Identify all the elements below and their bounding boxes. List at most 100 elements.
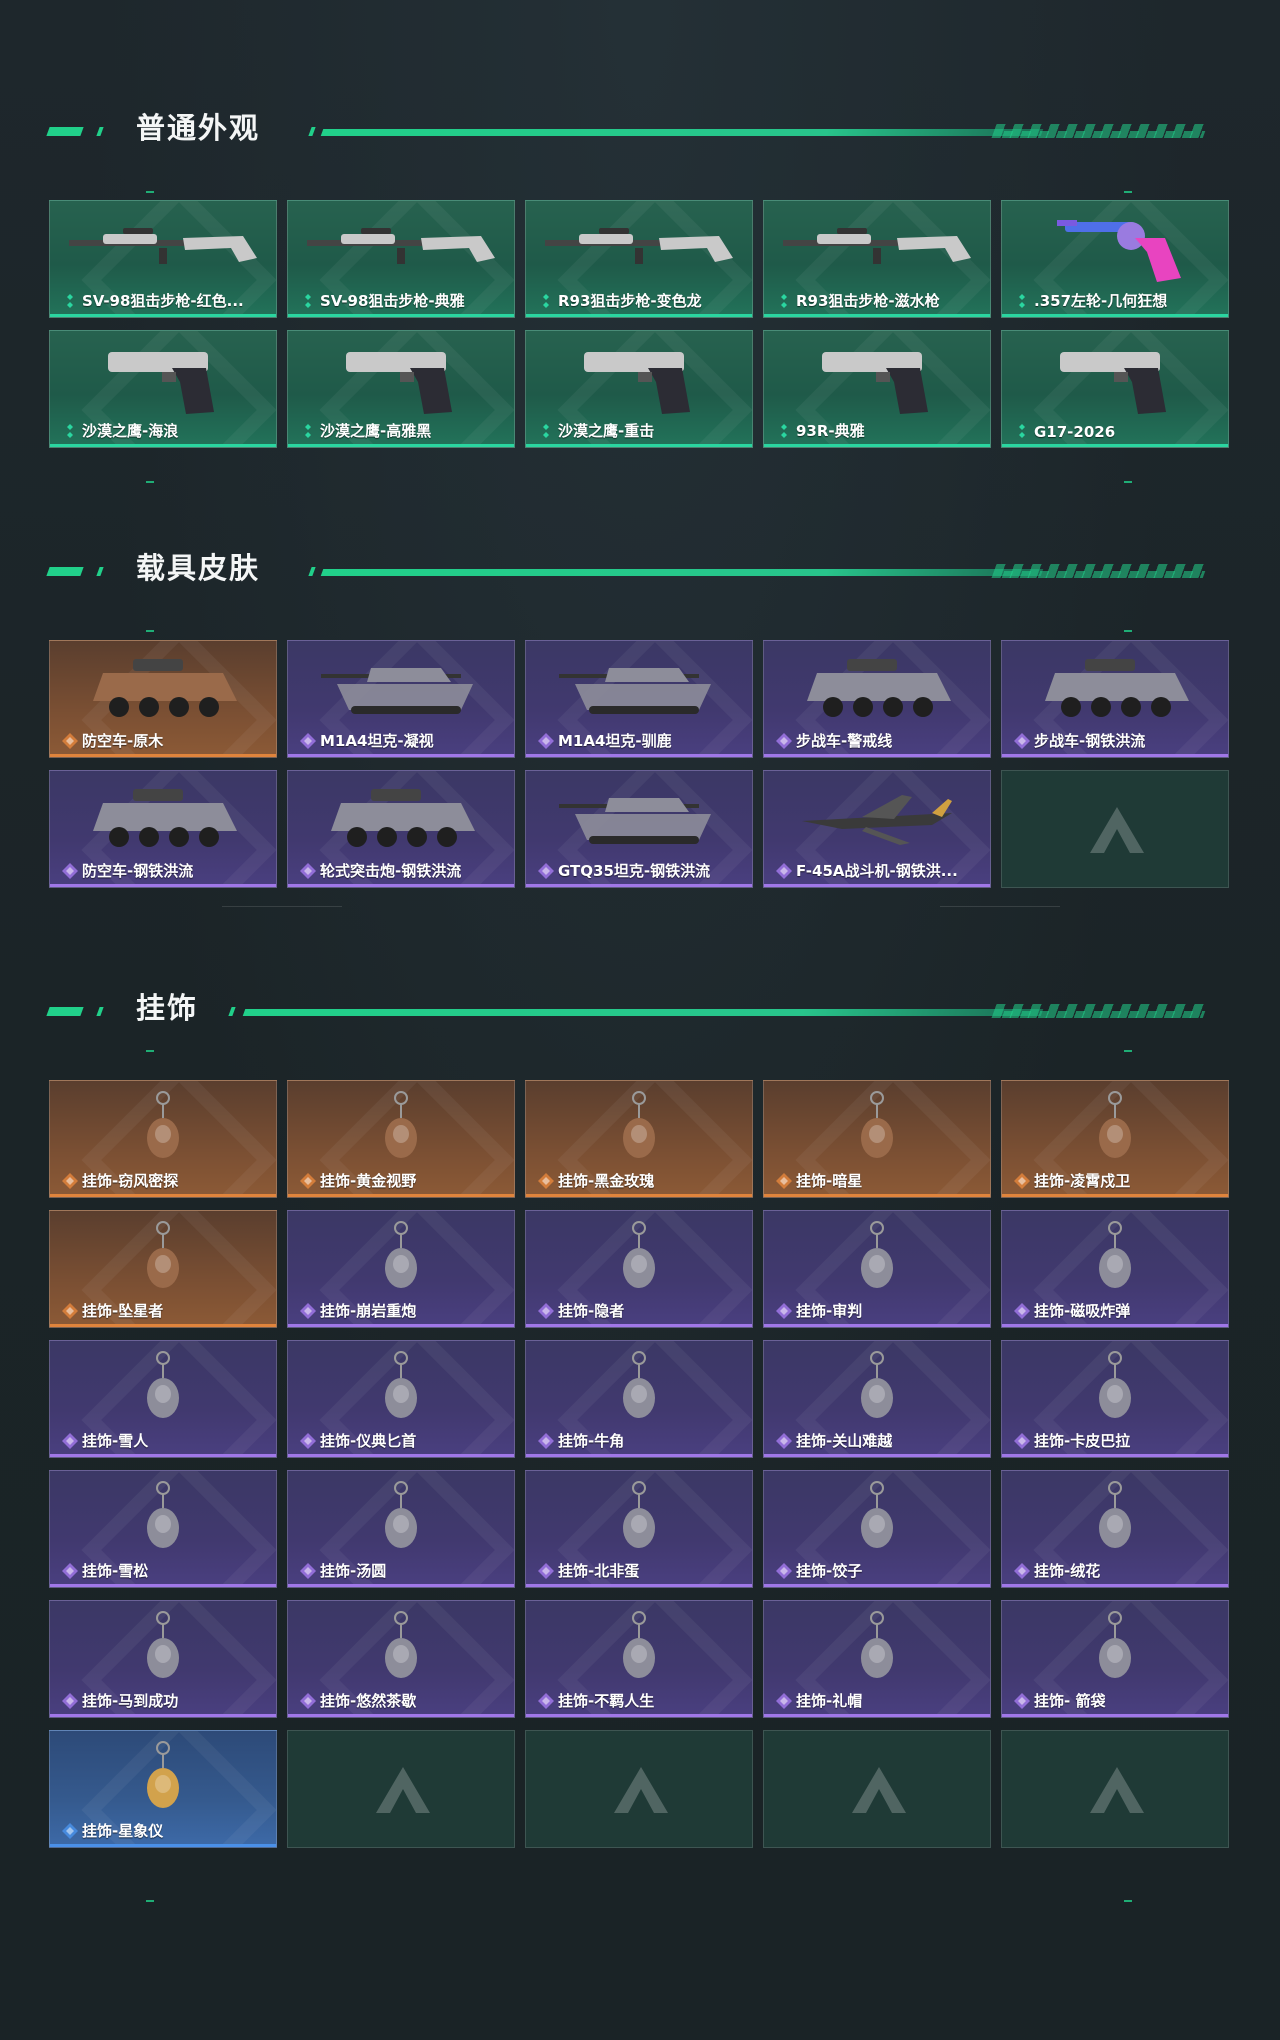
item-card[interactable]: 防空车-原木 <box>49 640 277 758</box>
item-card[interactable]: 挂饰-暗星 <box>763 1080 991 1198</box>
rarity-diamond-icon <box>300 1563 316 1579</box>
item-card[interactable]: 轮式突击炮-钢铁洪流 <box>287 770 515 888</box>
sniper-rifle-icon <box>764 207 990 289</box>
rarity-diamond-icon <box>1014 423 1030 439</box>
section-header-charms: 挂饰 <box>46 988 1208 1028</box>
rarity-bar <box>50 314 276 317</box>
item-card[interactable]: 防空车-钢铁洪流 <box>49 770 277 888</box>
item-card[interactable]: 挂饰-牛角 <box>525 1340 753 1458</box>
item-card[interactable]: 挂饰-黄金视野 <box>287 1080 515 1198</box>
pistol-icon <box>764 337 990 419</box>
rarity-diamond-icon <box>300 733 316 749</box>
item-card[interactable]: 93R-典雅 <box>763 330 991 448</box>
rarity-diamond-icon <box>538 1303 554 1319</box>
item-label: 挂饰-饺子 <box>796 1562 863 1580</box>
charm-icon <box>1002 1477 1228 1559</box>
item-card[interactable]: 步战车-钢铁洪流 <box>1001 640 1229 758</box>
item-card[interactable]: 挂饰-仪典匕首 <box>287 1340 515 1458</box>
item-card[interactable]: 挂饰-悠然茶歇 <box>287 1600 515 1718</box>
item-card[interactable]: 挂饰- 箭袋 <box>1001 1600 1229 1718</box>
pistol-icon <box>526 337 752 419</box>
rarity-diamond-icon <box>1014 1563 1030 1579</box>
item-card[interactable]: 挂饰-关山难越 <box>763 1340 991 1458</box>
item-label: 挂饰-卡皮巴拉 <box>1034 1432 1131 1450</box>
rarity-diamond-icon <box>538 1693 554 1709</box>
item-card[interactable]: R93狙击步枪-滋水枪 <box>763 200 991 318</box>
item-label: 挂饰-关山难越 <box>796 1432 893 1450</box>
item-card[interactable]: 挂饰-隐者 <box>525 1210 753 1328</box>
fighter-jet-icon <box>764 777 990 859</box>
item-card[interactable]: 挂饰-饺子 <box>763 1470 991 1588</box>
pistol-icon <box>288 337 514 419</box>
rarity-diamond-icon <box>62 1173 78 1189</box>
rarity-bar <box>764 314 990 317</box>
item-card[interactable]: SV-98狙击步枪-红色... <box>49 200 277 318</box>
rarity-diamond-icon <box>538 1173 554 1189</box>
item-card[interactable]: SV-98狙击步枪-典雅 <box>287 200 515 318</box>
item-card[interactable]: 挂饰-窃风密探 <box>49 1080 277 1198</box>
charm-icon <box>50 1347 276 1429</box>
tank-icon <box>526 647 752 729</box>
item-card[interactable]: 挂饰-马到成功 <box>49 1600 277 1718</box>
rarity-diamond-icon <box>776 423 792 439</box>
item-label: SV-98狙击步枪-典雅 <box>320 292 465 310</box>
item-label: 步战车-钢铁洪流 <box>1034 732 1146 750</box>
item-card[interactable]: 挂饰-不羁人生 <box>525 1600 753 1718</box>
marker <box>1124 630 1132 632</box>
rarity-diamond-icon <box>776 863 792 879</box>
item-label: GTQ35坦克-钢铁洪流 <box>558 862 711 880</box>
item-card[interactable]: 沙漠之鹰-海浪 <box>49 330 277 448</box>
item-card[interactable]: 挂饰-星象仪 <box>49 1730 277 1848</box>
rarity-bar <box>764 1714 990 1717</box>
item-card[interactable]: 沙漠之鹰-高雅黑 <box>287 330 515 448</box>
item-card[interactable]: 挂饰-审判 <box>763 1210 991 1328</box>
header-tick <box>308 127 316 136</box>
header-dash <box>96 567 104 576</box>
header-line <box>242 1009 1044 1016</box>
rarity-diamond-icon <box>1014 1173 1030 1189</box>
rarity-bar <box>526 1454 752 1457</box>
item-card[interactable]: 沙漠之鹰-重击 <box>525 330 753 448</box>
rarity-diamond-icon <box>62 1563 78 1579</box>
item-card[interactable]: 挂饰-雪人 <box>49 1340 277 1458</box>
rarity-bar <box>526 314 752 317</box>
item-card[interactable]: .357左轮-几何狂想 <box>1001 200 1229 318</box>
charm-icon <box>1002 1347 1228 1429</box>
marker <box>1124 191 1132 193</box>
item-card[interactable]: 挂饰-卡皮巴拉 <box>1001 1340 1229 1458</box>
item-label: 挂饰-北非蛋 <box>558 1562 640 1580</box>
item-card[interactable]: 挂饰-黑金玫瑰 <box>525 1080 753 1198</box>
item-label: 挂饰-黄金视野 <box>320 1172 417 1190</box>
item-label: 挂饰-凌霄戍卫 <box>1034 1172 1131 1190</box>
item-card[interactable]: M1A4坦克-凝视 <box>287 640 515 758</box>
armored-vehicle-icon <box>288 777 514 859</box>
item-card[interactable]: 挂饰-雪松 <box>49 1470 277 1588</box>
item-card[interactable]: 挂饰-北非蛋 <box>525 1470 753 1588</box>
item-card[interactable]: 步战车-警戒线 <box>763 640 991 758</box>
rarity-diamond-icon <box>776 1303 792 1319</box>
item-card[interactable]: GTQ35坦克-钢铁洪流 <box>525 770 753 888</box>
item-card[interactable]: G17-2026 <box>1001 330 1229 448</box>
rarity-diamond-icon <box>300 863 316 879</box>
rarity-bar <box>1002 1454 1228 1457</box>
item-label: 93R-典雅 <box>796 422 865 440</box>
rarity-bar <box>526 1194 752 1197</box>
item-label: M1A4坦克-驯鹿 <box>558 732 672 750</box>
empty-slot <box>1001 770 1229 888</box>
item-card[interactable]: 挂饰-绒花 <box>1001 1470 1229 1588</box>
charm-icon <box>50 1607 276 1689</box>
item-card[interactable]: R93狙击步枪-变色龙 <box>525 200 753 318</box>
item-card[interactable]: 挂饰-礼帽 <box>763 1600 991 1718</box>
item-card[interactable]: 挂饰-凌霄戍卫 <box>1001 1080 1229 1198</box>
rarity-diamond-icon <box>1014 293 1030 309</box>
item-card[interactable]: M1A4坦克-驯鹿 <box>525 640 753 758</box>
item-card[interactable]: 挂饰-坠星者 <box>49 1210 277 1328</box>
item-card[interactable]: F-45A战斗机-钢铁洪... <box>763 770 991 888</box>
item-card[interactable]: 挂饰-磁吸炸弹 <box>1001 1210 1229 1328</box>
rarity-diamond-icon <box>62 733 78 749</box>
item-card[interactable]: 挂饰-汤圆 <box>287 1470 515 1588</box>
sniper-rifle-icon <box>526 207 752 289</box>
rarity-bar <box>288 1584 514 1587</box>
section-title: 普通外观 <box>136 111 261 145</box>
item-card[interactable]: 挂饰-崩岩重炮 <box>287 1210 515 1328</box>
